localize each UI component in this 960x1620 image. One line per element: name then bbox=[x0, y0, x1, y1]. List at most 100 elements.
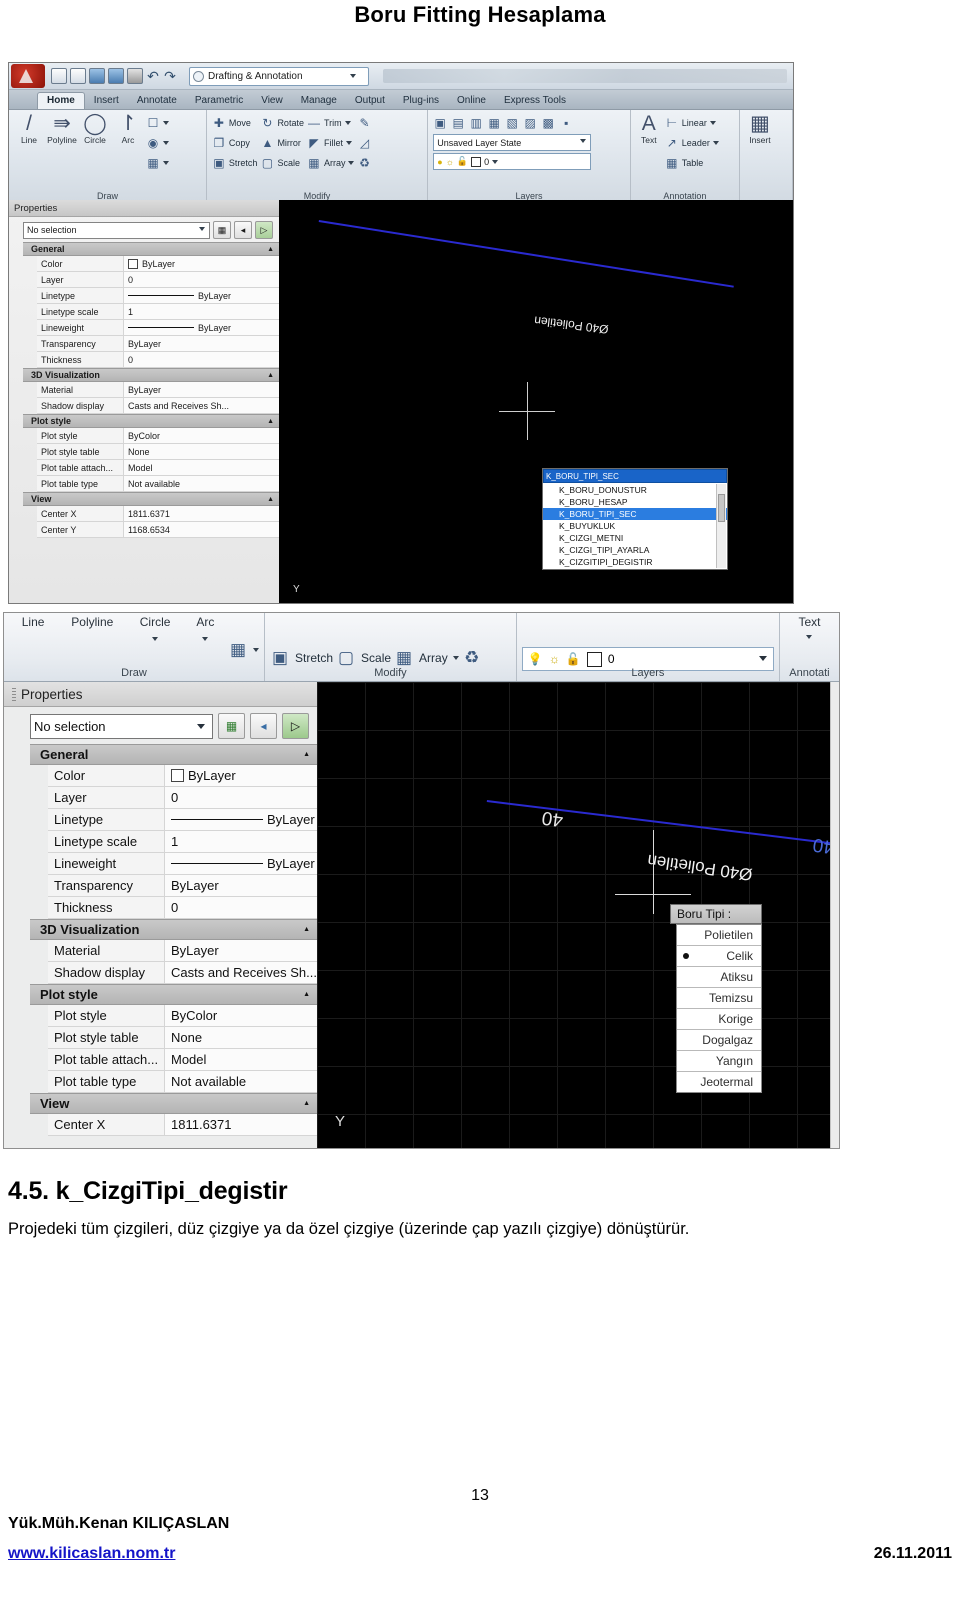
chevron-down-icon[interactable] bbox=[197, 723, 205, 729]
tool-scale[interactable]: ▢ Scale bbox=[260, 153, 304, 172]
menu-item-polietilen[interactable]: Polietilen bbox=[677, 925, 761, 946]
command-list[interactable]: K_BORU_DONUSTUR K_BORU_HESAP K_BORU_TIPI… bbox=[543, 483, 727, 569]
property-row[interactable]: Lineweight ByLayer bbox=[37, 320, 279, 336]
property-row[interactable]: Linetype scale 1 bbox=[37, 304, 279, 320]
chevron-down-icon[interactable] bbox=[712, 140, 719, 145]
chevron-down-icon[interactable] bbox=[758, 656, 767, 661]
command-list-item[interactable]: K_BUYUKLUK bbox=[543, 520, 727, 532]
plot-icon[interactable] bbox=[127, 68, 143, 84]
tool-trim[interactable]: — Trim bbox=[307, 113, 355, 132]
tool-stretch[interactable]: ▣ Stretch bbox=[212, 153, 257, 172]
s2-tool-hatch[interactable]: ▦ bbox=[228, 637, 259, 663]
tab-parametric[interactable]: Parametric bbox=[186, 93, 252, 109]
chevron-down-icon[interactable] bbox=[163, 140, 169, 145]
chevron-up-icon[interactable]: ▲ bbox=[267, 496, 274, 503]
command-entry[interactable]: K_BORU_TIPI_SEC bbox=[543, 469, 727, 483]
property-value[interactable]: ByLayer bbox=[165, 875, 317, 896]
tab-output[interactable]: Output bbox=[346, 93, 394, 109]
footer-website-link[interactable]: www.kilicaslan.nom.tr bbox=[8, 1545, 175, 1563]
chevron-down-icon[interactable] bbox=[253, 648, 259, 652]
chevron-down-icon[interactable] bbox=[199, 226, 205, 231]
property-row[interactable]: Plot style ByColor bbox=[37, 428, 279, 444]
layer-isolate-icon[interactable]: ▦ bbox=[487, 116, 501, 130]
command-list-item[interactable]: K_BORU_DONUSTUR bbox=[543, 484, 727, 496]
undo-icon[interactable]: ↶ bbox=[146, 69, 160, 83]
layer-lock-icon[interactable]: 🔓 bbox=[457, 156, 468, 167]
tool-line[interactable]: / Line bbox=[14, 113, 44, 202]
property-value[interactable]: Casts and Receives Sh... bbox=[165, 962, 317, 983]
command-list-item[interactable]: K_BORU_HESAP bbox=[543, 496, 727, 508]
property-value[interactable]: 1 bbox=[124, 304, 279, 319]
property-value[interactable]: None bbox=[165, 1027, 317, 1048]
property-value[interactable]: ByLayer bbox=[124, 382, 279, 397]
layer-bulb-icon[interactable]: ● bbox=[437, 157, 442, 167]
property-row[interactable]: Thickness 0 bbox=[37, 352, 279, 368]
property-value[interactable]: ByLayer bbox=[124, 288, 279, 303]
tool-rectangle[interactable]: ☐ bbox=[146, 113, 169, 132]
chevron-down-icon[interactable] bbox=[348, 160, 355, 165]
property-value[interactable]: ByLayer bbox=[165, 809, 317, 830]
select-objects-button[interactable]: ◂ bbox=[234, 221, 252, 239]
property-value[interactable]: 0 bbox=[165, 787, 317, 808]
redo-icon[interactable]: ↷ bbox=[163, 69, 177, 83]
s1-drawing-canvas[interactable]: Ø40 Polietilen K_BORU_TIPI_SEC K_BORU_DO… bbox=[279, 200, 793, 603]
tab-annotate[interactable]: Annotate bbox=[128, 93, 186, 109]
property-value[interactable]: ByLayer bbox=[124, 256, 279, 271]
property-value[interactable]: 1168.6534 bbox=[124, 522, 279, 537]
quick-select-button[interactable]: ▷ bbox=[255, 221, 273, 239]
property-value[interactable]: Not available bbox=[165, 1071, 317, 1092]
chevron-down-icon[interactable] bbox=[345, 140, 352, 145]
property-value[interactable]: ByLayer bbox=[124, 320, 279, 335]
s2-group-3d[interactable]: 3D Visualization ▲ bbox=[30, 919, 317, 940]
layer-sun-icon[interactable]: ☼ bbox=[549, 652, 560, 666]
new-icon[interactable] bbox=[51, 68, 67, 84]
s2-tool-line[interactable]: Line bbox=[9, 615, 57, 629]
table-row[interactable]: Transparency ByLayer bbox=[48, 875, 317, 897]
chevron-down-icon[interactable] bbox=[350, 73, 356, 78]
save-as-icon[interactable] bbox=[108, 68, 124, 84]
command-list-scrollbar[interactable] bbox=[716, 484, 726, 568]
menu-item-jeotermal[interactable]: Jeotermal bbox=[677, 1072, 761, 1092]
tab-online[interactable]: Online bbox=[448, 93, 495, 109]
s2-tool-circle[interactable]: Circle bbox=[127, 615, 182, 641]
command-list-item[interactable]: K_CIZGI_METNI bbox=[543, 532, 727, 544]
s1-group-plotstyle[interactable]: Plot style ▲ bbox=[23, 414, 279, 428]
property-value[interactable]: Model bbox=[165, 1049, 317, 1070]
s1-group-view[interactable]: View ▲ bbox=[23, 492, 279, 506]
quick-access-toolbar[interactable]: ↶ ↷ bbox=[51, 68, 177, 84]
layer-sun-icon[interactable]: ☼ bbox=[446, 157, 454, 167]
s2-tool-arc[interactable]: Arc bbox=[186, 615, 225, 641]
tool-copy[interactable]: ❐ Copy bbox=[212, 133, 258, 152]
property-value[interactable]: ByLayer bbox=[124, 336, 279, 351]
tool-circle[interactable]: ◯ Circle bbox=[80, 113, 110, 202]
layer-color-swatch[interactable] bbox=[471, 156, 482, 167]
layer-merge-icon[interactable]: ▪ bbox=[559, 116, 573, 130]
property-value[interactable]: 0 bbox=[165, 897, 317, 918]
layer-match-icon[interactable]: ▤ bbox=[451, 116, 465, 130]
layer-lock-icon[interactable]: ▩ bbox=[541, 116, 555, 130]
tool-explode[interactable]: ◿ bbox=[357, 133, 371, 152]
property-row[interactable]: Material ByLayer bbox=[37, 382, 279, 398]
tool-move[interactable]: ✚ Move bbox=[212, 113, 258, 132]
menu-item-dogalgaz[interactable]: Dogalgaz bbox=[677, 1030, 761, 1051]
property-value[interactable]: 1 bbox=[165, 831, 317, 852]
chevron-up-icon[interactable]: ▲ bbox=[303, 751, 310, 758]
tab-insert[interactable]: Insert bbox=[85, 93, 128, 109]
property-value[interactable]: ByLayer bbox=[165, 853, 317, 874]
chevron-up-icon[interactable]: ▲ bbox=[267, 246, 274, 253]
chevron-down-icon[interactable] bbox=[492, 159, 499, 164]
menu-item-korige[interactable]: Korige bbox=[677, 1009, 761, 1030]
tool-mirror[interactable]: ▲ Mirror bbox=[260, 133, 304, 152]
layer-bulb-icon[interactable]: 💡 bbox=[528, 652, 543, 666]
tab-home[interactable]: Home bbox=[37, 92, 85, 109]
tool-rotate[interactable]: ↻ Rotate bbox=[260, 113, 304, 132]
tab-plugins[interactable]: Plug-ins bbox=[394, 93, 448, 109]
tool-linear[interactable]: ⊢ Linear bbox=[665, 113, 719, 132]
property-value[interactable]: 0 bbox=[124, 272, 279, 287]
chevron-down-icon[interactable] bbox=[202, 637, 209, 641]
s2-vertical-scrollbar[interactable] bbox=[830, 682, 839, 1148]
property-value[interactable]: None bbox=[124, 444, 279, 459]
layer-off-icon[interactable]: ▨ bbox=[523, 116, 537, 130]
table-row[interactable]: Color ByLayer bbox=[48, 765, 317, 787]
toggle-pickadd-button[interactable]: ▦ bbox=[218, 713, 245, 739]
